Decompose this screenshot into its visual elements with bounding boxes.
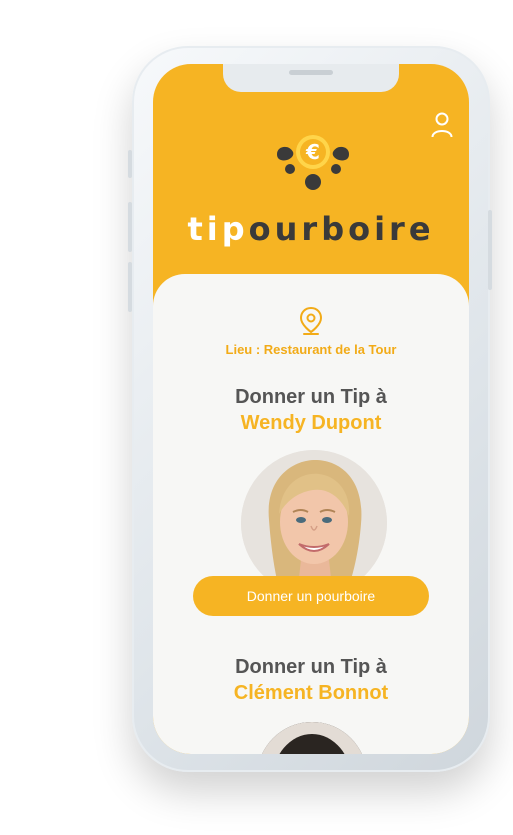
venue-label: Lieu : Restaurant de la Tour	[225, 342, 397, 357]
user-icon	[431, 112, 453, 138]
give-tip-title-2: Donner un Tip à	[235, 656, 387, 678]
phone-notch	[223, 64, 399, 92]
map-pin-icon	[299, 306, 323, 335]
brand-wordmark: tipourboire	[153, 210, 469, 248]
staff-photo-2	[257, 722, 367, 754]
staff-name-2: Clément Bonnot	[233, 682, 389, 704]
location-pin	[298, 306, 324, 336]
coin-symbol: €	[305, 140, 320, 164]
volume-down-button	[128, 262, 132, 312]
stage: € tipourboire Lieu : Restaurant de la To…	[0, 0, 513, 835]
app-screen: € tipourboire Lieu : Restaurant de la To…	[153, 64, 469, 754]
coin-logo-icon: €	[277, 135, 349, 190]
brand-tip: tip	[187, 210, 249, 248]
volume-up-button	[128, 202, 132, 252]
brand-rest: ourboire	[248, 210, 435, 248]
give-tip-title: Donner un Tip à	[235, 386, 387, 408]
content-card: Lieu : Restaurant de la Tour Donner un T…	[153, 274, 469, 754]
app-logo: €	[271, 132, 355, 194]
power-button	[488, 210, 492, 290]
staff-name: Wendy Dupont	[240, 412, 382, 434]
profile-button[interactable]	[431, 112, 453, 138]
staff-avatar-2	[257, 722, 367, 754]
give-tip-button[interactable]: Donner un pourboire	[193, 576, 429, 616]
staff-avatar	[241, 450, 387, 596]
mute-switch	[128, 150, 132, 178]
speaker-grille	[289, 70, 333, 75]
staff-photo	[241, 450, 387, 596]
